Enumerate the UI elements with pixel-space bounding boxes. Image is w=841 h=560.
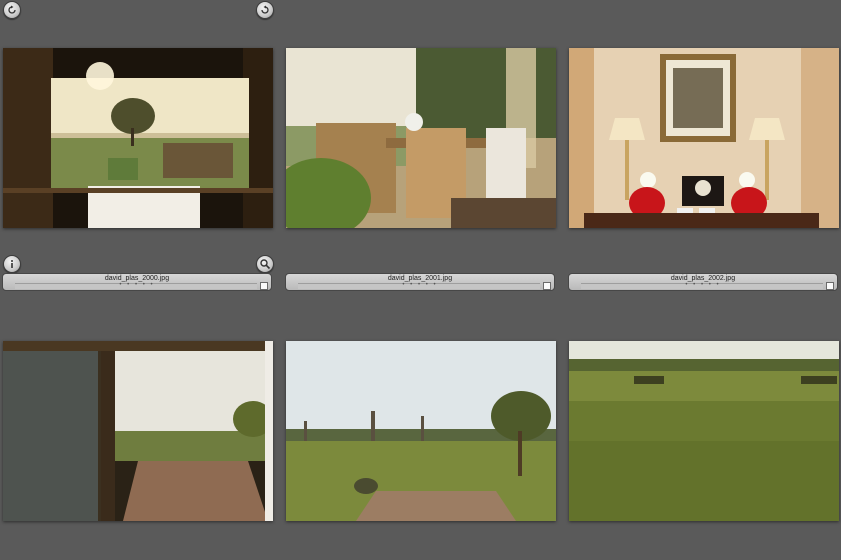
rating-dots[interactable]: • • • • • [286, 282, 554, 289]
select-checkbox[interactable] [826, 282, 834, 290]
interior-lamps-photo [569, 48, 839, 228]
window-view-photo [3, 48, 273, 228]
zoom-icon [260, 259, 271, 270]
rotate-left-button[interactable] [3, 1, 21, 19]
sunny-lawn-photo [569, 341, 839, 521]
select-checkbox[interactable] [543, 282, 551, 290]
thumbnail-sunny-lawn[interactable] [569, 341, 839, 521]
info-icon [11, 260, 13, 268]
zoom-button[interactable] [256, 255, 274, 273]
image-browser-grid: david_plas_2000.jpg • • • • • david_plas… [0, 0, 841, 560]
thumbnail-david-plas-2000[interactable] [3, 48, 273, 228]
select-checkbox[interactable] [260, 282, 268, 290]
thumbnail-lawn-trees[interactable] [286, 341, 556, 521]
garden-furniture-photo [286, 48, 556, 228]
caption-bar[interactable]: david_plas_2000.jpg • • • • • [2, 273, 272, 291]
rating-dots[interactable]: • • • • • [3, 282, 271, 289]
porch-garden-photo [3, 341, 273, 521]
rotate-right-button[interactable] [256, 1, 274, 19]
rotate-right-icon [261, 5, 269, 14]
rating-dots[interactable]: • • • • • [569, 282, 837, 289]
thumbnail-porch-view[interactable] [3, 341, 273, 521]
info-button[interactable] [3, 255, 21, 273]
lawn-trees-photo [286, 341, 556, 521]
thumbnail-david-plas-2002[interactable] [569, 48, 839, 228]
thumbnail-david-plas-2001[interactable] [286, 48, 556, 228]
rotate-left-icon [8, 5, 16, 14]
caption-bar[interactable]: david_plas_2001.jpg • • • • • [285, 273, 555, 291]
caption-bar[interactable]: david_plas_2002.jpg • • • • • [568, 273, 838, 291]
